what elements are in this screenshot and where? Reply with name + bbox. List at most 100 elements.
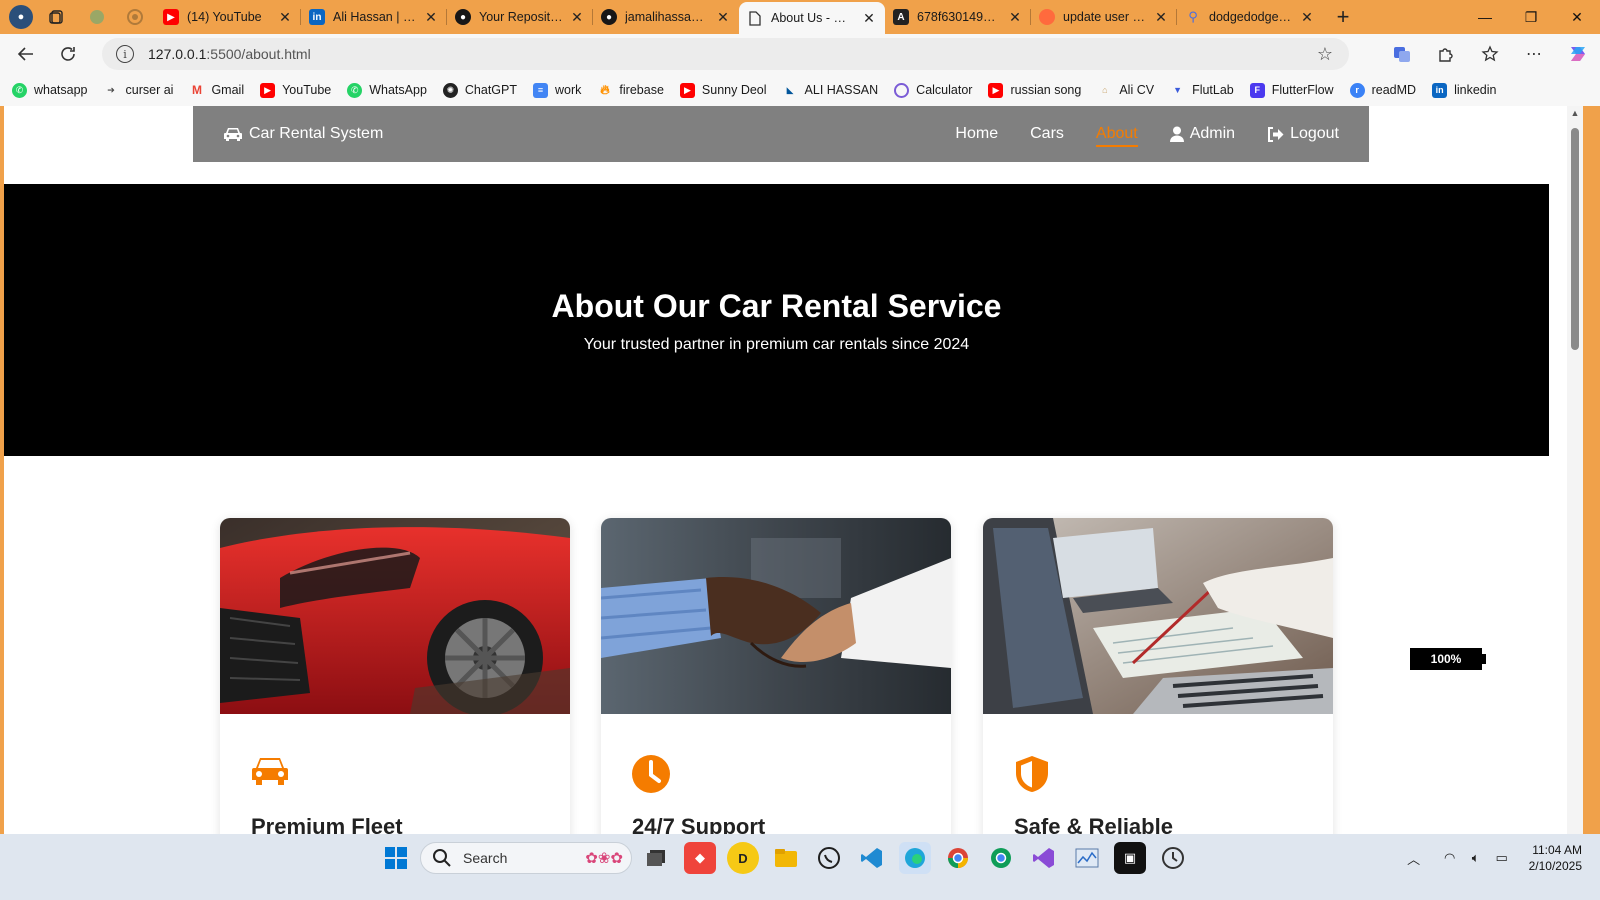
bookmark-label: FlutterFlow [1271, 83, 1334, 97]
taskbar-clock[interactable]: 11:04 AM 2/10/2025 [1529, 842, 1582, 874]
clock-icon [632, 755, 670, 793]
bookmark-star-icon[interactable]: ☆ [1317, 44, 1333, 65]
tab-youtube[interactable]: ▶ (14) YouTube ✕ [155, 0, 301, 34]
favorites-icon[interactable] [1468, 34, 1512, 74]
close-window-button[interactable]: ✕ [1554, 0, 1600, 34]
bookmark-work[interactable]: ≡ work [533, 82, 581, 98]
url-text[interactable]: 127.0.0.1:5500/about.html [148, 46, 311, 62]
profile-avatar[interactable]: ● [9, 5, 33, 29]
close-icon[interactable]: ✕ [423, 9, 439, 26]
chrome-icon[interactable] [942, 842, 974, 874]
volume-icon[interactable]: 🔈︎ [1465, 850, 1487, 866]
search-icon: ⚲ [1188, 9, 1198, 24]
tab-update-user[interactable]: update user - MockAPI ✕ [1031, 0, 1177, 34]
bookmark-readmd[interactable]: r readMD [1349, 82, 1416, 98]
taskbar-bottom-strip [0, 882, 1600, 900]
url-host: 127.0.0.1 [148, 46, 207, 62]
clock-date: 2/10/2025 [1528, 859, 1582, 873]
close-icon[interactable]: ✕ [1153, 9, 1169, 26]
more-menu-icon[interactable]: ⋯ [1512, 34, 1556, 74]
pinned-tab-2[interactable] [121, 3, 149, 31]
postman-like-icon[interactable]: D [727, 842, 759, 874]
task-view-icon[interactable] [640, 842, 672, 874]
feature-card-premium-fleet: Premium Fleet [220, 518, 570, 850]
bookmark-whatsapp-2[interactable]: ✆ WhatsApp [347, 82, 427, 98]
whatsapp-icon[interactable] [813, 842, 845, 874]
tab-github-profile[interactable]: ● jamalihassan0307 ✕ [593, 0, 739, 34]
close-icon[interactable]: ✕ [861, 10, 877, 27]
close-icon[interactable]: ✕ [277, 9, 293, 26]
close-icon[interactable]: ✕ [715, 9, 731, 26]
calculator-icon [894, 82, 910, 98]
tab-mockapi[interactable]: A 678f630149875e ✕ [885, 0, 1031, 34]
translate-icon[interactable] [1380, 34, 1424, 74]
edge-icon[interactable] [899, 842, 931, 874]
anydesk-icon[interactable]: ◆ [684, 842, 716, 874]
scroll-up-arrow-icon[interactable]: ▲ [1567, 108, 1583, 122]
chrome-dev-icon[interactable] [985, 842, 1017, 874]
bookmark-label: linkedin [1454, 83, 1497, 97]
nav-home[interactable]: Home [955, 125, 998, 143]
flutlab-icon: ▼ [1173, 85, 1183, 95]
bookmark-flutterflow[interactable]: F FlutterFlow [1249, 82, 1334, 98]
tab-dodge-search[interactable]: ⚲ dodgedodge png ✕ [1177, 0, 1323, 34]
bookmark-whatsapp[interactable]: ✆ whatsapp [12, 82, 88, 98]
bookmark-sunny-deol[interactable]: ▶ Sunny Deol [679, 82, 767, 98]
nav-about[interactable]: About [1095, 125, 1138, 147]
bookmark-ali-cv[interactable]: ⌂ Ali CV [1097, 83, 1154, 98]
close-icon[interactable]: ✕ [1007, 9, 1023, 26]
taskbar-search[interactable]: Search ✿❀✿ [420, 842, 632, 874]
close-icon[interactable]: ✕ [1299, 9, 1315, 26]
tab-linkedin[interactable]: in Ali Hassan | LinkedIn ✕ [301, 0, 447, 34]
chevron-up-icon[interactable]: ︿ [1403, 849, 1425, 868]
battery-icon[interactable]: ▭ [1491, 850, 1513, 866]
bookmark-flutlab[interactable]: ▼ FlutLab [1170, 83, 1234, 98]
site-brand[interactable]: Car Rental System [223, 125, 383, 143]
visual-studio-icon[interactable] [1028, 842, 1060, 874]
nav-logout[interactable]: Logout [1267, 125, 1339, 143]
tab-github-repos[interactable]: ● Your Repositories ✕ [447, 0, 593, 34]
windows-start-icon[interactable] [380, 842, 412, 874]
tab-actions-icon[interactable] [43, 3, 71, 31]
minimize-button[interactable]: — [1462, 0, 1508, 34]
bookmark-firebase[interactable]: 🔥︎ firebase [597, 82, 664, 98]
scrollbar-thumb[interactable] [1571, 128, 1579, 350]
page-scrollbar[interactable]: ▲ ▼ [1567, 106, 1583, 850]
readmd-icon: r [1349, 82, 1365, 98]
reload-button[interactable] [50, 38, 86, 70]
address-bar[interactable]: i 127.0.0.1:5500/about.html ☆ [102, 38, 1349, 70]
bookmark-linkedin[interactable]: in linkedin [1432, 82, 1497, 98]
clock-app-icon[interactable] [1157, 842, 1189, 874]
vscode-icon[interactable] [856, 842, 888, 874]
youtube-icon: ▶ [260, 82, 276, 98]
cursor-app-icon[interactable]: ▣ [1114, 842, 1146, 874]
copilot-icon[interactable] [1556, 34, 1600, 74]
wifi-icon[interactable]: ◠ [1439, 850, 1461, 866]
close-icon[interactable]: ✕ [569, 9, 585, 26]
file-explorer-icon[interactable] [770, 842, 802, 874]
pinned-tab-1[interactable] [83, 3, 111, 31]
extensions-icon[interactable] [1424, 34, 1468, 74]
bookmark-curser-ai[interactable]: ➔ curser ai [104, 83, 173, 98]
bookmark-label: Gmail [211, 83, 245, 97]
restore-button[interactable]: ❐ [1508, 0, 1554, 34]
site-info-icon[interactable]: i [116, 45, 134, 63]
nav-cars[interactable]: Cars [1030, 125, 1064, 143]
nav-admin[interactable]: Admin [1169, 125, 1235, 143]
new-tab-button[interactable]: + [1329, 3, 1357, 31]
red-car-image [220, 518, 570, 714]
bookmark-youtube[interactable]: ▶ YouTube [260, 82, 331, 98]
tab-title: Your Repositories [479, 10, 563, 24]
bookmark-gmail[interactable]: M Gmail [189, 83, 244, 98]
cv-icon: ⌂ [1102, 85, 1108, 95]
back-button[interactable] [8, 38, 44, 70]
feature-card-safe-reliable: Safe & Reliable [983, 518, 1333, 850]
mockapi-icon: A [893, 9, 909, 25]
tab-about-us[interactable]: About Us - Car Rental ✕ [739, 2, 885, 34]
performance-monitor-icon[interactable] [1071, 842, 1103, 874]
bookmark-russian-song[interactable]: ▶ russian song [988, 82, 1081, 98]
bookmark-chatgpt[interactable]: ✺ ChatGPT [442, 82, 517, 98]
bookmark-ali-hassan[interactable]: ◣ ALI HASSAN [783, 83, 879, 98]
user-icon [1169, 126, 1184, 142]
bookmark-calculator[interactable]: Calculator [894, 82, 972, 98]
